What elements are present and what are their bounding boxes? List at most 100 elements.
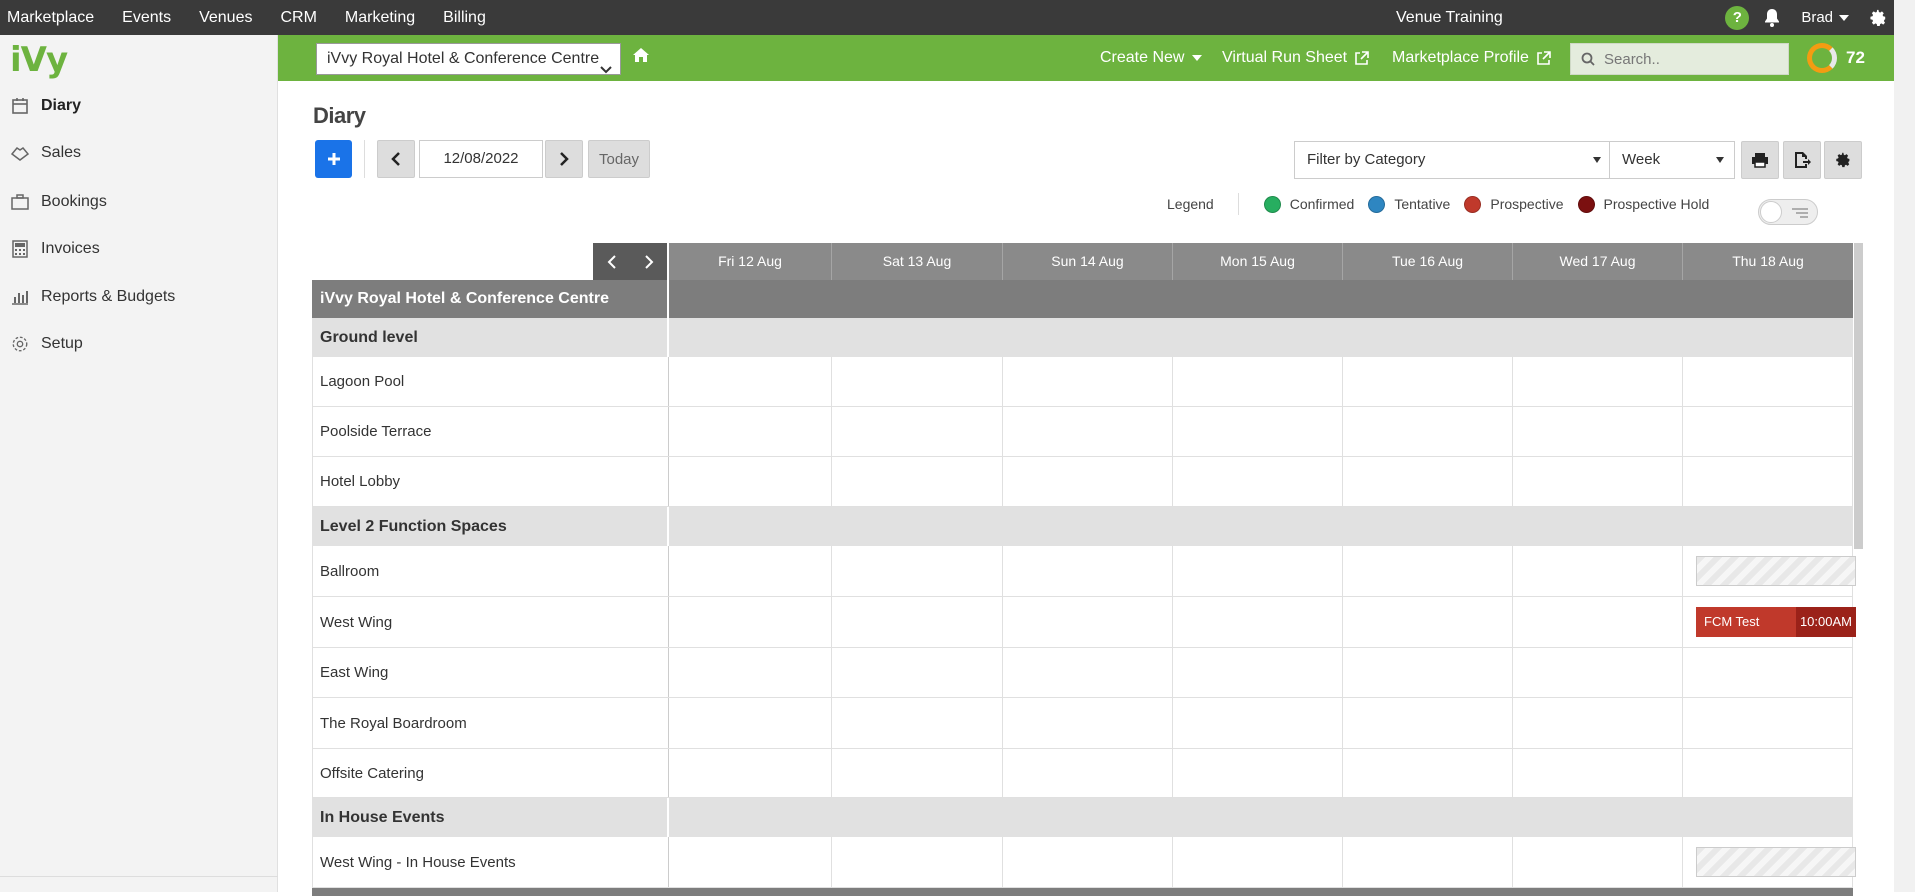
- day-cell[interactable]: [1513, 698, 1683, 748]
- day-cell[interactable]: [1173, 648, 1343, 697]
- day-cell[interactable]: [832, 837, 1003, 887]
- day-cell[interactable]: [1343, 357, 1513, 406]
- room-name[interactable]: Lagoon Pool: [320, 357, 404, 407]
- day-cell[interactable]: [1343, 597, 1513, 647]
- booking-block[interactable]: FCM Test 10:00AM: [1696, 607, 1856, 637]
- day-cell[interactable]: [832, 648, 1003, 697]
- day-cell[interactable]: [1173, 698, 1343, 748]
- topnav-events[interactable]: Events: [115, 0, 178, 35]
- day-cell[interactable]: [669, 457, 832, 506]
- day-cell[interactable]: [832, 357, 1003, 406]
- day-cell[interactable]: [1173, 749, 1343, 797]
- virtual-run-sheet-link[interactable]: Virtual Run Sheet: [1222, 35, 1369, 81]
- search-input[interactable]: [1604, 50, 1764, 68]
- day-cell[interactable]: [1513, 457, 1683, 506]
- day-cell[interactable]: [1343, 407, 1513, 456]
- day-cell[interactable]: [1173, 407, 1343, 456]
- add-booking-button[interactable]: [315, 140, 352, 178]
- day-cell[interactable]: [1513, 546, 1683, 596]
- topnav-billing[interactable]: Billing: [436, 0, 493, 35]
- chevron-right-icon[interactable]: [644, 254, 654, 269]
- day-cell[interactable]: [1343, 837, 1513, 887]
- day-cell[interactable]: [1683, 648, 1853, 697]
- sidebar-item-reports[interactable]: Reports & Budgets: [10, 287, 175, 307]
- room-name[interactable]: Poolside Terrace: [320, 407, 431, 457]
- day-cell[interactable]: [1513, 648, 1683, 697]
- day-cell[interactable]: [1343, 546, 1513, 596]
- diary-settings-button[interactable]: [1824, 141, 1862, 179]
- day-cell[interactable]: [832, 749, 1003, 797]
- day-cell[interactable]: [1003, 648, 1173, 697]
- day-cell[interactable]: [832, 407, 1003, 456]
- day-cell[interactable]: [669, 749, 832, 797]
- room-name[interactable]: West Wing - In House Events: [320, 837, 516, 888]
- day-cell[interactable]: [1683, 357, 1853, 406]
- day-cell[interactable]: [1513, 357, 1683, 406]
- date-input[interactable]: 12/08/2022: [419, 140, 543, 178]
- day-cell[interactable]: [1683, 407, 1853, 456]
- sidebar-item-invoices[interactable]: Invoices: [10, 239, 100, 259]
- day-cell[interactable]: [1173, 457, 1343, 506]
- help-icon[interactable]: ?: [1725, 5, 1750, 30]
- settings-gear-icon[interactable]: [1869, 9, 1887, 27]
- day-cell[interactable]: [832, 457, 1003, 506]
- create-new-menu[interactable]: Create New: [1100, 35, 1203, 81]
- day-cell[interactable]: [1173, 357, 1343, 406]
- day-cell[interactable]: [1513, 407, 1683, 456]
- day-cell[interactable]: [1513, 837, 1683, 887]
- sidebar-item-bookings[interactable]: Bookings: [10, 192, 107, 212]
- next-date-button[interactable]: [545, 140, 583, 178]
- day-cell[interactable]: [669, 407, 832, 456]
- day-cell[interactable]: [1003, 837, 1173, 887]
- sidebar-item-sales[interactable]: Sales: [10, 143, 81, 163]
- day-cell[interactable]: [1003, 457, 1173, 506]
- day-cell[interactable]: [1003, 698, 1173, 748]
- chevron-left-icon[interactable]: [607, 254, 617, 269]
- room-name[interactable]: Offsite Catering: [320, 749, 424, 798]
- day-cell[interactable]: [1683, 457, 1853, 506]
- ivvy-logo[interactable]: iVy: [10, 40, 68, 80]
- day-cell[interactable]: [1343, 648, 1513, 697]
- home-icon[interactable]: [632, 47, 650, 68]
- day-cell[interactable]: [1003, 546, 1173, 596]
- sidebar-item-setup[interactable]: Setup: [10, 334, 83, 354]
- day-cell[interactable]: [1343, 749, 1513, 797]
- day-cell[interactable]: [1513, 749, 1683, 797]
- topnav-venues[interactable]: Venues: [192, 0, 259, 35]
- day-cell[interactable]: [1683, 749, 1853, 797]
- search-box[interactable]: [1570, 43, 1789, 75]
- day-cell[interactable]: [1003, 357, 1173, 406]
- day-cell[interactable]: [669, 837, 832, 887]
- day-cell[interactable]: [669, 357, 832, 406]
- prev-date-button[interactable]: [377, 140, 415, 178]
- day-cell[interactable]: [669, 597, 832, 647]
- day-cell[interactable]: [669, 648, 832, 697]
- day-cell[interactable]: [1173, 597, 1343, 647]
- view-toggle[interactable]: [1758, 199, 1818, 225]
- day-cell[interactable]: [1343, 698, 1513, 748]
- user-menu[interactable]: Brad: [1801, 9, 1849, 26]
- room-name[interactable]: East Wing: [320, 648, 388, 698]
- today-button[interactable]: Today: [588, 140, 650, 178]
- day-cell[interactable]: [669, 546, 832, 596]
- page-scrollbar[interactable]: [1894, 0, 1915, 892]
- topnav-crm[interactable]: CRM: [273, 0, 323, 35]
- room-name[interactable]: Hotel Lobby: [320, 457, 400, 507]
- day-cell[interactable]: [832, 698, 1003, 748]
- unavailable-block[interactable]: [1696, 556, 1856, 586]
- day-cell[interactable]: [1003, 749, 1173, 797]
- bell-icon[interactable]: [1763, 8, 1781, 28]
- room-name[interactable]: West Wing: [320, 597, 392, 648]
- category-filter-select[interactable]: Filter by Category: [1294, 141, 1612, 179]
- sidebar-item-diary[interactable]: Diary: [10, 96, 81, 116]
- day-cell[interactable]: [832, 597, 1003, 647]
- day-cell[interactable]: [832, 546, 1003, 596]
- day-cell[interactable]: [1173, 546, 1343, 596]
- day-cell[interactable]: [1513, 597, 1683, 647]
- day-cell[interactable]: [1003, 407, 1173, 456]
- print-button[interactable]: [1741, 141, 1779, 179]
- room-name[interactable]: The Royal Boardroom: [320, 698, 467, 749]
- topnav-marketing[interactable]: Marketing: [338, 0, 422, 35]
- day-cell[interactable]: [1173, 837, 1343, 887]
- export-button[interactable]: [1783, 141, 1821, 179]
